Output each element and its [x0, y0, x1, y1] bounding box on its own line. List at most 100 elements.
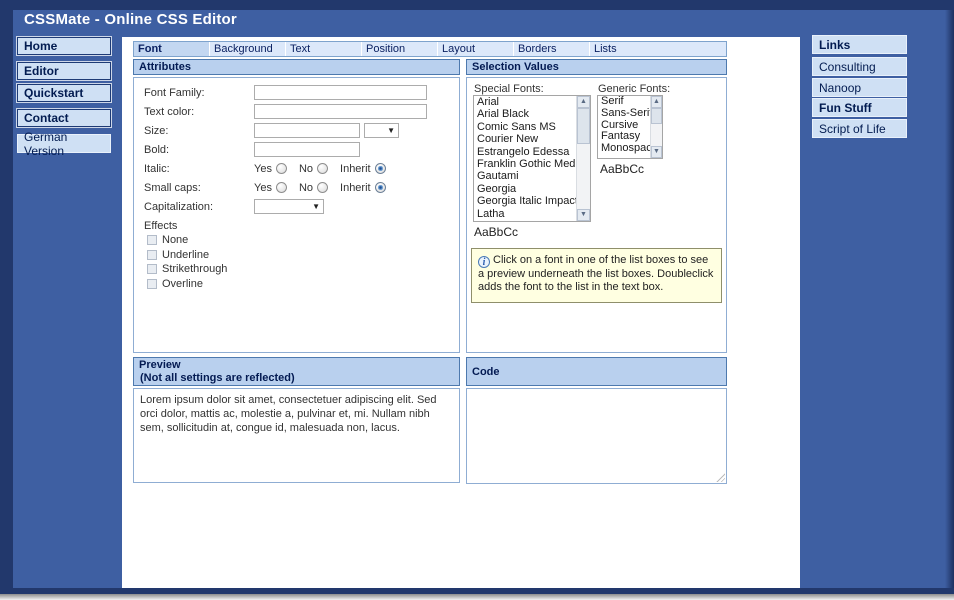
editor-tab-label: Lists — [594, 43, 617, 55]
font-list-item[interactable]: Latha — [474, 208, 590, 220]
radio-option: Inherit — [340, 182, 398, 194]
editor-tab[interactable]: Position — [362, 42, 438, 56]
effect-option-label: Underline — [162, 249, 209, 261]
checkbox[interactable] — [147, 264, 157, 274]
attributes-section-header: Attributes — [133, 59, 460, 75]
info-box: iClick on a font in one of the list boxe… — [471, 248, 722, 303]
editor-tab[interactable]: Text — [286, 42, 362, 56]
radio-button[interactable] — [375, 182, 386, 193]
bold-input[interactable] — [254, 142, 360, 157]
editor-tab-label: Layout — [442, 43, 475, 55]
selection-values-header-label: Selection Values — [472, 61, 726, 73]
effect-option-label: Overline — [162, 278, 203, 290]
radio-option-label: No — [299, 182, 313, 194]
page-frame-left — [0, 10, 13, 588]
left-nav-item[interactable]: Quickstart — [17, 84, 111, 102]
tab-strip-filler — [665, 41, 727, 57]
font-family-input[interactable] — [254, 85, 427, 100]
font-list-item[interactable]: Georgia Italic Impact — [474, 195, 590, 207]
left-nav-item[interactable]: Home — [17, 37, 111, 55]
scrollbar-down-icon[interactable]: ▼ — [577, 209, 590, 221]
left-nav-item[interactable]: Contact — [17, 109, 111, 127]
text-color-input[interactable] — [254, 104, 427, 119]
scrollbar-thumb[interactable] — [651, 108, 662, 124]
left-nav-item-label: Contact — [24, 111, 69, 125]
generic-fonts-label: Generic Fonts: — [598, 83, 670, 95]
right-nav-item[interactable]: Links — [812, 35, 907, 54]
radio-option: Yes — [254, 163, 299, 175]
size-input[interactable] — [254, 123, 360, 138]
font-list-item[interactable]: Georgia — [474, 183, 590, 195]
left-nav-item[interactable]: German Version — [17, 134, 111, 153]
font-list-item[interactable]: Courier New — [474, 133, 590, 145]
text-color-label: Text color: — [144, 106, 254, 118]
radio-option-label: Yes — [254, 163, 272, 175]
font-family-label: Font Family: — [144, 87, 254, 99]
small-caps-label: Small caps: — [144, 182, 254, 194]
editor-tab[interactable]: Layout — [438, 42, 514, 56]
code-textarea[interactable] — [466, 388, 727, 484]
size-label: Size: — [144, 125, 254, 137]
font-list-item[interactable]: Gautami — [474, 170, 590, 182]
preview-header-line1: Preview — [139, 359, 459, 372]
font-list-item[interactable]: Estrangelo Edessa — [474, 146, 590, 158]
left-nav-item-label: Quickstart — [24, 86, 83, 100]
main-content: Font Background Text Position Layout Bor… — [122, 37, 800, 588]
radio-button[interactable] — [375, 163, 386, 174]
selection-values-panel: Special Fonts: ▲ ▼ Arial Arial Black Com… — [466, 77, 727, 353]
capitalization-select[interactable]: ▼ — [254, 199, 324, 214]
editor-tab[interactable]: Borders — [514, 42, 590, 56]
font-list-item[interactable]: Arial Black — [474, 108, 590, 120]
scrollbar-thumb[interactable] — [577, 108, 590, 144]
special-fonts-scrollbar[interactable]: ▲ ▼ — [576, 96, 590, 221]
preview-header-line2: (Not all settings are reflected) — [139, 372, 459, 385]
right-nav-item[interactable]: Script of Life — [812, 119, 907, 138]
effect-option-label: Strikethrough — [162, 263, 227, 275]
scrollbar-down-icon[interactable]: ▼ — [651, 146, 662, 158]
capitalization-label: Capitalization: — [144, 201, 254, 213]
left-nav-item[interactable]: Editor — [17, 62, 111, 80]
radio-option: No — [299, 163, 340, 175]
generic-fonts-scrollbar[interactable]: ▲ ▼ — [650, 96, 662, 158]
left-nav-item-label: Editor — [24, 64, 59, 78]
radio-button[interactable] — [276, 163, 287, 174]
editor-tab[interactable]: Background — [210, 42, 286, 56]
checkbox[interactable] — [147, 235, 157, 245]
radio-option-label: Yes — [254, 182, 272, 194]
scrollbar-up-icon[interactable]: ▲ — [651, 96, 662, 108]
right-nav-item[interactable]: Nanoop — [812, 78, 907, 97]
radio-button[interactable] — [317, 163, 328, 174]
italic-radio-group: Yes No Inherit — [254, 163, 398, 175]
editor-tab[interactable]: Lists — [590, 42, 666, 56]
radio-button[interactable] — [276, 182, 287, 193]
font-list-item[interactable]: Arial — [474, 96, 590, 108]
right-nav-item[interactable]: Fun Stuff — [812, 98, 907, 117]
editor-tab[interactable]: Font — [134, 42, 210, 56]
bold-row: Bold: — [144, 140, 459, 159]
preview-text: Lorem ipsum dolor sit amet, consectetuer… — [140, 394, 437, 434]
radio-option: No — [299, 182, 340, 194]
font-list-item[interactable]: Franklin Gothic Medium — [474, 158, 590, 170]
left-nav-item-label: German Version — [24, 130, 110, 158]
checkbox[interactable] — [147, 279, 157, 289]
size-unit-select[interactable]: ▼ — [364, 123, 399, 138]
scrollbar-up-icon[interactable]: ▲ — [577, 96, 590, 108]
text-color-row: Text color: — [144, 102, 459, 121]
radio-button[interactable] — [317, 182, 328, 193]
right-nav-item-label: Consulting — [819, 60, 876, 74]
page-frame-top — [0, 0, 954, 10]
info-icon: i — [478, 256, 490, 268]
bold-label: Bold: — [144, 144, 254, 156]
font-list-item[interactable]: Comic Sans MS — [474, 121, 590, 133]
right-nav-item-label: Fun Stuff — [819, 101, 872, 115]
preview-panel: Lorem ipsum dolor sit amet, consectetuer… — [133, 388, 460, 483]
special-fonts-listbox[interactable]: ▲ ▼ Arial Arial Black Comic Sans MS Cour… — [473, 95, 591, 222]
special-fonts-preview: AaBbCc — [474, 225, 518, 239]
size-row: Size: ▼ — [144, 121, 459, 140]
generic-fonts-listbox[interactable]: ▲ ▼ Serif Sans-Serif Cursive Fantasy Mon… — [597, 95, 663, 159]
checkbox[interactable] — [147, 250, 157, 260]
italic-label: Italic: — [144, 163, 254, 175]
effect-option-label: None — [162, 234, 188, 246]
editor-tab-label: Position — [366, 43, 405, 55]
right-nav-item[interactable]: Consulting — [812, 57, 907, 76]
